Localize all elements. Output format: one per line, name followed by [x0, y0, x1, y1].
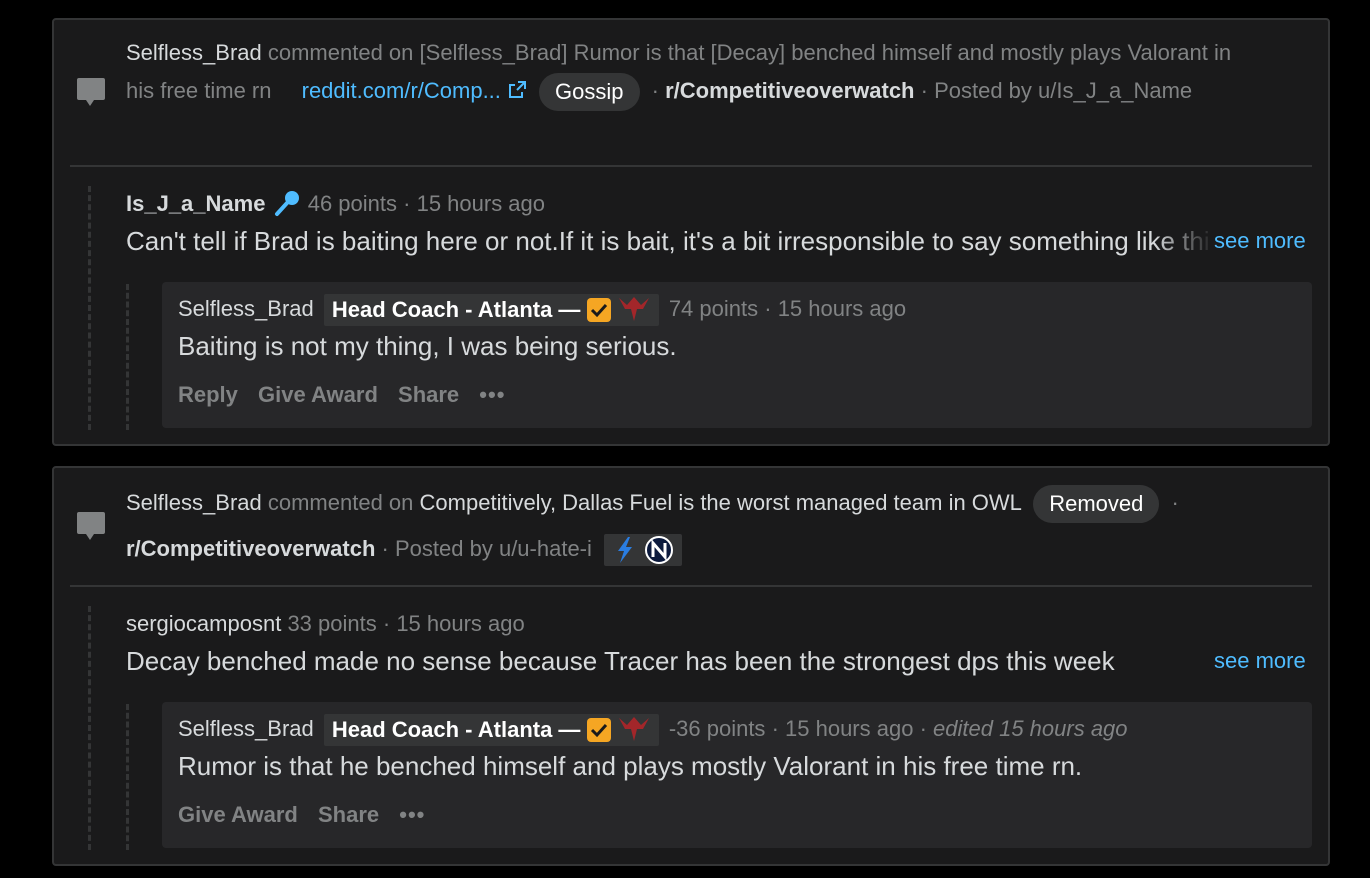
see-more-link[interactable]: see more — [1210, 224, 1306, 258]
parent-comment-body: Can't tell if Brad is baiting here or no… — [126, 226, 1216, 256]
separator: · — [381, 536, 389, 561]
comment-author-link[interactable]: Selfless_Brad — [126, 40, 262, 65]
envy-logo-icon — [645, 536, 674, 565]
reply-actions: Reply Give Award Share ••• — [178, 378, 519, 412]
user-flair — [604, 534, 683, 567]
post-flair-badge[interactable]: Removed — [1033, 485, 1160, 524]
reply-header: Selfless_Brad Head Coach - Atlanta — -36… — [178, 712, 1128, 747]
thread-line[interactable] — [126, 704, 129, 850]
more-options-icon[interactable]: ••• — [399, 802, 425, 827]
reply-timestamp[interactable]: 15 hours ago — [778, 296, 906, 321]
reply-points: -36 points — [668, 716, 766, 741]
reply-body: Rumor is that he benched himself and pla… — [178, 751, 1083, 781]
comment-bubble-icon — [77, 78, 105, 106]
parent-author-link[interactable]: sergiocamposnt — [126, 611, 281, 636]
text-fade — [1154, 224, 1214, 258]
reply-points: 74 points — [668, 296, 759, 321]
dallas-fuel-logo-icon — [618, 537, 633, 564]
thread-line[interactable] — [126, 284, 129, 430]
post-title-link[interactable]: Competitively, Dallas Fuel is the worst … — [420, 490, 1022, 515]
separator: · — [1171, 490, 1179, 515]
checkmark-icon — [586, 718, 611, 743]
reply-author-link[interactable]: Selfless_Brad — [178, 716, 314, 741]
reply-body: Baiting is not my thing, I was being ser… — [178, 331, 677, 361]
parent-comment-body: Decay benched made no sense because Trac… — [126, 646, 1115, 676]
comment-card[interactable]: Selfless_Brad commented on Competitively… — [52, 466, 1330, 866]
posted-by-label: Posted by — [394, 536, 493, 561]
user-flair: Head Coach - Atlanta — — [323, 294, 659, 327]
post-info: Selfless_Brad commented on Competitively… — [126, 480, 1288, 572]
reply-header: Selfless_Brad Head Coach - Atlanta — 74 … — [178, 292, 906, 327]
checkmark-icon — [586, 298, 611, 323]
separator: · — [920, 78, 928, 103]
thread-line[interactable] — [88, 606, 91, 850]
parent-comment-header: sergiocamposnt 33 points · 15 hours ago — [126, 609, 525, 639]
post-flair-badge[interactable]: Gossip — [539, 73, 640, 112]
external-link[interactable]: reddit.com/r/Comp... — [302, 78, 527, 103]
post-info: Selfless_Brad commented on [Selfless_Bra… — [126, 34, 1248, 112]
parent-points: 33 points — [287, 611, 377, 636]
parent-timestamp[interactable]: 15 hours ago — [417, 191, 545, 216]
more-options-icon[interactable]: ••• — [479, 382, 505, 407]
comment-bubble-icon — [77, 512, 105, 540]
separator: · — [651, 78, 659, 103]
separator: · — [403, 191, 411, 216]
posted-by-label: Posted by — [934, 78, 1032, 103]
parent-timestamp[interactable]: 15 hours ago — [396, 611, 524, 636]
separator: · — [919, 716, 927, 741]
reply-comment: Selfless_Brad Head Coach - Atlanta — 74 … — [162, 282, 1312, 428]
see-more-link[interactable]: see more — [1210, 644, 1306, 678]
parent-points: 46 points — [307, 191, 397, 216]
comment-author-link[interactable]: Selfless_Brad — [126, 490, 262, 515]
reply-actions: Give Award Share ••• — [178, 798, 439, 832]
parent-comment-header: Is_J_a_Name 46 points · 15 hours ago — [126, 189, 545, 219]
give-award-button[interactable]: Give Award — [258, 382, 378, 407]
reply-timestamp[interactable]: 15 hours ago — [785, 716, 913, 741]
divider — [70, 585, 1312, 587]
divider — [70, 165, 1312, 167]
reply-comment: Selfless_Brad Head Coach - Atlanta — -36… — [162, 702, 1312, 848]
give-award-button[interactable]: Give Award — [178, 802, 298, 827]
atlanta-reign-logo-icon — [618, 297, 649, 322]
microphone-icon — [274, 191, 299, 216]
separator: · — [771, 716, 779, 741]
posted-by-user-link[interactable]: u/Is_J_a_Name — [1038, 78, 1192, 103]
share-button[interactable]: Share — [318, 802, 379, 827]
subreddit-link[interactable]: r/Competitiveoverwatch — [126, 536, 375, 561]
comment-card[interactable]: Selfless_Brad commented on [Selfless_Bra… — [52, 18, 1330, 446]
parent-author-link[interactable]: Is_J_a_Name — [126, 191, 265, 216]
posted-by-user-link[interactable]: u/u-hate-i — [499, 536, 592, 561]
reply-button[interactable]: Reply — [178, 382, 238, 407]
text-fade — [1154, 644, 1214, 678]
reply-author-link[interactable]: Selfless_Brad — [178, 296, 314, 321]
subreddit-link[interactable]: r/Competitiveoverwatch — [665, 78, 914, 103]
separator: · — [382, 611, 391, 636]
atlanta-reign-logo-icon — [618, 717, 649, 742]
external-link-icon — [508, 81, 526, 98]
separator: · — [764, 296, 772, 321]
user-flair: Head Coach - Atlanta — — [323, 714, 659, 747]
thread-line[interactable] — [88, 186, 91, 430]
edited-label: edited 15 hours ago — [933, 716, 1128, 741]
commented-on-text: commented on — [267, 490, 414, 515]
commented-on-text: commented on — [267, 40, 414, 65]
share-button[interactable]: Share — [398, 382, 459, 407]
